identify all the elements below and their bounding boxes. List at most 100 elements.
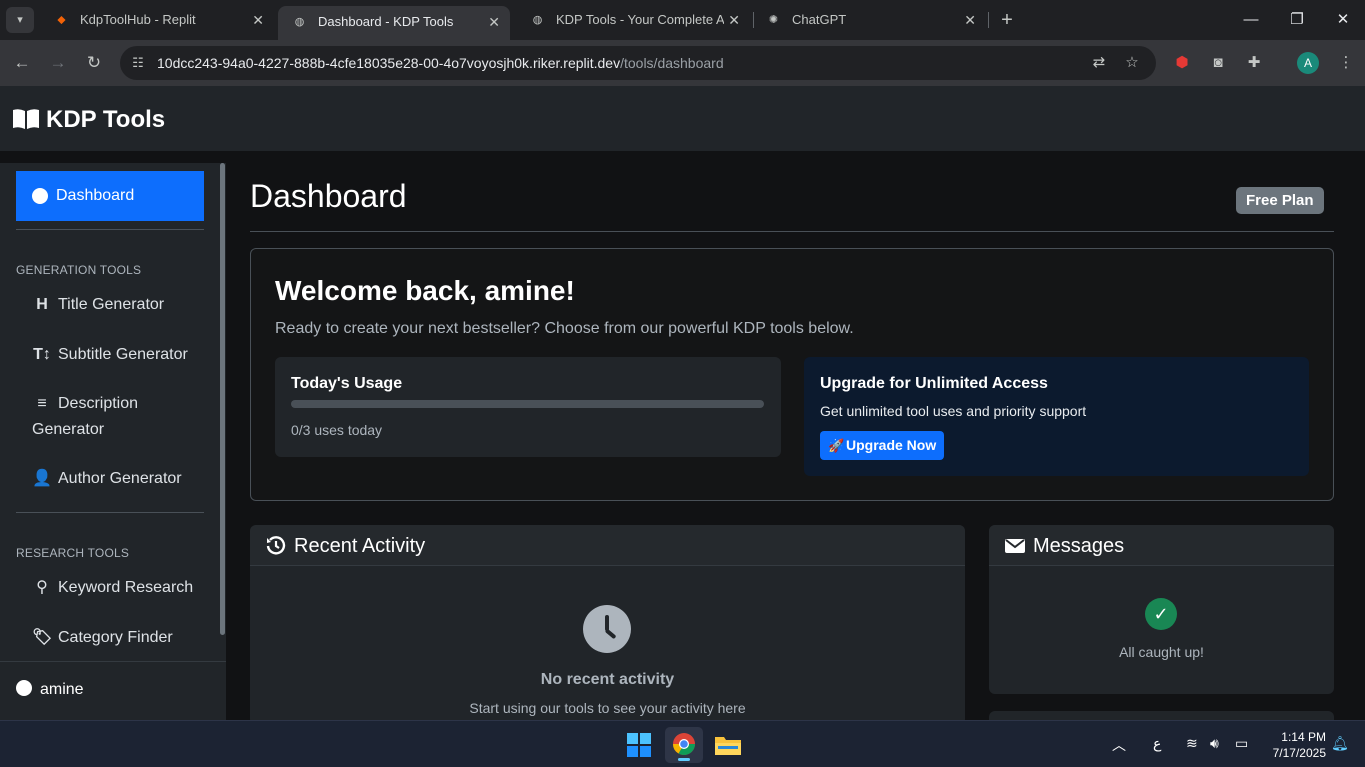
tab-separator (988, 12, 989, 28)
card-title: Messages (1033, 535, 1125, 557)
minimize-button[interactable]: — (1236, 8, 1266, 32)
sidebar-item-description-generator[interactable]: ≡ Description Generator (32, 391, 138, 443)
browser-tab-dashboard[interactable]: ◍ Dashboard - KDP Tools ✕ (278, 6, 510, 40)
tab-search-button[interactable]: ▾ (6, 7, 34, 33)
upgrade-panel: Upgrade for Unlimited Access Get unlimit… (804, 357, 1309, 476)
sidebar-item-title-generator[interactable]: H Title Generator (32, 292, 164, 318)
browser-menu-icon[interactable]: ⋮ (1335, 52, 1357, 74)
heading-icon: H (36, 296, 48, 313)
sidebar-item-subtitle-generator[interactable]: T↕ Subtitle Generator (32, 342, 188, 368)
browser-tab-replit[interactable]: ⬥ KdpToolHub - Replit ✕ (40, 4, 274, 36)
app-header: KDP Tools (0, 86, 1365, 151)
empty-state-heading: No recent activity (540, 671, 675, 688)
welcome-card: Welcome back, amine! Ready to create you… (250, 248, 1334, 501)
profile-avatar[interactable]: A (1297, 52, 1319, 74)
sidebar-item-category-finder[interactable]: 🏷 Category Finder (32, 625, 173, 651)
card-header: Recent Activity (250, 525, 965, 566)
notification-bell-icon[interactable]: 🔔︎ (1331, 735, 1349, 752)
brand-logo[interactable]: KDP Tools (12, 86, 165, 154)
reload-button[interactable]: ↻ (82, 51, 106, 75)
windows-logo-icon (627, 733, 651, 757)
messages-status: All caught up! (1119, 644, 1204, 660)
user-circle-icon (16, 680, 32, 696)
browser-toolbar: ← → ↻ ☷ 10dcc243-94a0-4227-888b-4cfe1803… (0, 40, 1365, 86)
back-button[interactable]: ← (10, 51, 34, 75)
forward-button[interactable]: → (46, 51, 70, 75)
new-tab-button[interactable]: + (995, 8, 1019, 32)
sidebar-divider (16, 512, 204, 513)
taskbar: ︿ ع ≋ 🔊︎ ▭ 1:14 PM 7/17/2025 🔔︎ (0, 720, 1365, 767)
restore-button[interactable]: ❐ (1282, 8, 1312, 32)
check-circle-icon: ✓ (1145, 598, 1177, 630)
taskbar-file-explorer[interactable] (709, 727, 747, 763)
taskbar-chrome[interactable] (665, 727, 703, 763)
active-app-indicator (678, 758, 690, 761)
sidebar-footer: amine (0, 661, 226, 720)
sidebar-item-label: Subtitle Generator (58, 346, 188, 363)
volume-icon[interactable]: 🔊︎ (1210, 735, 1219, 752)
close-tab-icon[interactable]: ✕ (964, 4, 976, 36)
usage-progress-bar (291, 400, 764, 408)
recent-activity-card: Recent Activity No recent activity Start… (250, 525, 965, 725)
card-title: Recent Activity (294, 535, 426, 557)
extensions-puzzle-icon[interactable]: ✚ (1243, 52, 1265, 74)
close-tab-icon[interactable]: ✕ (252, 4, 264, 36)
site-settings-icon[interactable]: ☷ (130, 55, 146, 71)
folder-icon (715, 737, 741, 755)
url-host: 10dcc243-94a0-4227-888b-4cfe18035e28-00-… (157, 55, 621, 71)
close-tab-icon[interactable]: ✕ (728, 4, 740, 36)
envelope-icon (1005, 539, 1025, 553)
battery-icon[interactable]: ▭ (1235, 735, 1248, 752)
rocket-icon: 🚀 (828, 438, 845, 453)
page-title: Dashboard (250, 178, 407, 214)
section-heading-research: RESEARCH TOOLS (16, 546, 130, 560)
usage-text: 0/3 uses today (291, 422, 383, 438)
browser-tab-chatgpt[interactable]: ✺ ChatGPT ✕ (752, 4, 986, 36)
chrome-icon (673, 733, 695, 755)
empty-state-text: Start using our tools to see your activi… (469, 700, 746, 716)
input-language-indicator[interactable]: ع (1153, 735, 1161, 752)
clock-date: 7/17/2025 (1272, 746, 1326, 760)
clock-icon (583, 605, 631, 653)
messages-card: Messages ✓ All caught up! (989, 525, 1334, 694)
browser-tab-bar: ▾ ⬥ KdpToolHub - Replit ✕ ◍ Dashboard - … (0, 0, 1365, 40)
search-icon: ⚲ (36, 579, 48, 596)
sidebar-divider (16, 229, 204, 230)
sidebar-item-keyword-research[interactable]: ⚲ Keyword Research (32, 575, 193, 601)
sidebar: Dashboard GENERATION TOOLS H Title Genera… (0, 163, 226, 720)
extension-camera-icon[interactable]: ◙ (1207, 52, 1229, 74)
sidebar-scrollbar[interactable] (220, 163, 225, 635)
tab-title: Dashboard - KDP Tools (318, 14, 454, 29)
url-text[interactable]: 10dcc243-94a0-4227-888b-4cfe18035e28-00-… (157, 46, 724, 80)
sidebar-item-label: Author Generator (58, 470, 182, 487)
taskbar-clock[interactable]: 1:14 PM 7/17/2025 (1266, 729, 1326, 761)
user-pen-icon: 👤 (32, 470, 52, 487)
chatgpt-favicon-icon: ✺ (768, 14, 779, 26)
card-header: Messages (989, 525, 1334, 566)
upgrade-now-button[interactable]: 🚀 Upgrade Now (820, 431, 945, 460)
sidebar-item-dashboard[interactable]: Dashboard (16, 171, 204, 221)
bookmark-star-icon[interactable]: ☆ (1123, 54, 1141, 72)
text-height-icon: T↕ (33, 346, 51, 363)
clock-time: 1:14 PM (1281, 730, 1326, 744)
upgrade-heading: Upgrade for Unlimited Access (820, 375, 1048, 392)
wifi-icon[interactable]: ≋ (1186, 735, 1198, 752)
start-button[interactable] (620, 727, 658, 763)
extension-adblock-icon[interactable]: ⬢ (1171, 52, 1193, 74)
sidebar-item-label: Title Generator (58, 296, 165, 313)
close-tab-icon[interactable]: ✕ (488, 6, 500, 38)
browser-tab-kdp-tools[interactable]: ◍ KDP Tools - Your Complete Am ✕ (516, 4, 750, 36)
tray-overflow-chevron-icon[interactable]: ︿ (1112, 735, 1126, 755)
close-window-button[interactable]: ✕ (1328, 8, 1358, 32)
upgrade-text: Get unlimited tool uses and priority sup… (820, 403, 1087, 419)
tags-icon: 🏷 (32, 629, 53, 646)
user-menu[interactable]: amine (16, 680, 84, 699)
user-name: amine (40, 681, 84, 698)
history-icon (266, 536, 286, 555)
address-bar[interactable]: ☷ 10dcc243-94a0-4227-888b-4cfe18035e28-0… (120, 46, 1156, 80)
section-heading-generation: GENERATION TOOLS (16, 263, 142, 277)
usage-heading: Today's Usage (291, 375, 403, 392)
translate-icon[interactable]: ⇄ (1090, 54, 1108, 72)
sidebar-item-author-generator[interactable]: 👤 Author Generator (32, 466, 182, 492)
sidebar-item-label: Keyword Research (58, 579, 194, 596)
